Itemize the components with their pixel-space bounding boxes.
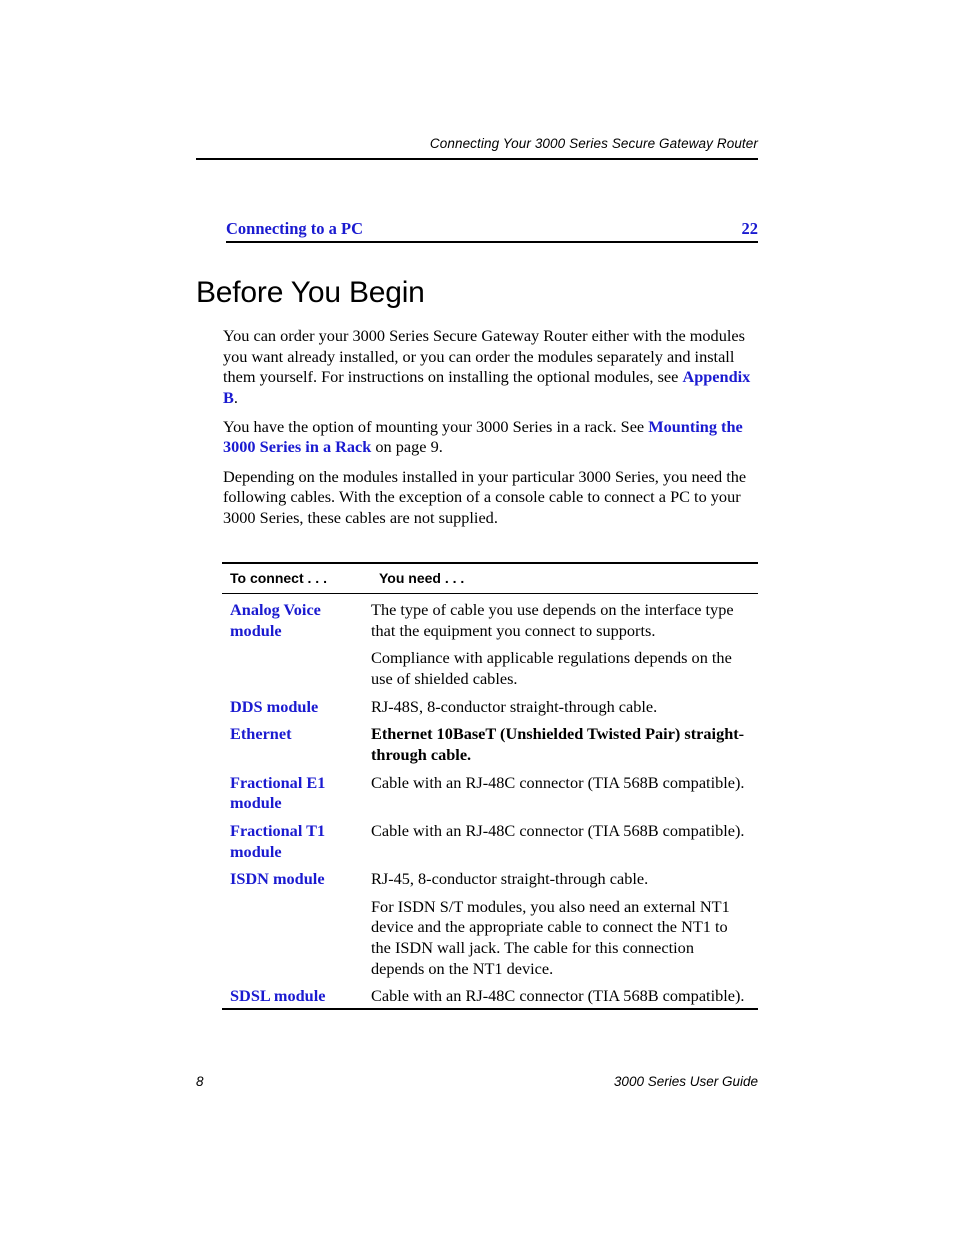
value-line: Ethernet 10BaseT (Unshielded Twisted Pai…	[371, 724, 745, 764]
table-row: Analog Voice module The type of cable yo…	[222, 594, 758, 690]
value-line: For ISDN S/T modules, you also need an e…	[371, 896, 730, 978]
row-value-fractional-t1: Cable with an RJ-48C connector (TIA 568B…	[371, 815, 758, 863]
value-line: Cable with an RJ-48C connector (TIA 568B…	[371, 821, 745, 841]
row-key-analog-voice[interactable]: Analog Voice module	[222, 594, 371, 690]
row-key-ethernet[interactable]: Ethernet	[222, 718, 371, 766]
table-body: Analog Voice module The type of cable yo…	[222, 594, 758, 1008]
header-divider-rule	[196, 158, 758, 160]
row-value-isdn: RJ-45, 8-conductor straight-through cabl…	[371, 863, 758, 980]
document-page: Connecting Your 3000 Series Secure Gatew…	[0, 0, 954, 1235]
paragraph-intro-text-a: You can order your 3000 Series Secure Ga…	[223, 326, 745, 387]
row-key-isdn[interactable]: ISDN module	[222, 863, 371, 980]
row-value-sdsl: Cable with an RJ-48C connector (TIA 568B…	[371, 980, 758, 1008]
paragraph-rack-text-a: You have the option of mounting your 300…	[223, 416, 649, 436]
column-header-you-need: You need . . .	[379, 569, 465, 586]
value-line: Cable with an RJ-48C connector (TIA 568B…	[371, 986, 745, 1006]
value-line: Cable with an RJ-48C connector (TIA 568B…	[371, 772, 745, 792]
table-row: ISDN module RJ-45, 8-conductor straight-…	[222, 863, 758, 980]
row-key-fractional-t1[interactable]: Fractional T1 module	[222, 815, 371, 863]
table-row: Ethernet Ethernet 10BaseT (Unshielded Tw…	[222, 718, 758, 766]
running-header-title: Connecting Your 3000 Series Secure Gatew…	[429, 136, 758, 151]
value-line: RJ-45, 8-conductor straight-through cabl…	[371, 869, 649, 889]
table-row: DDS module RJ-48S, 8-conductor straight-…	[222, 691, 758, 719]
value-line: The type of cable you use depends on the…	[371, 600, 734, 640]
footer-document-title: 3000 Series User Guide	[613, 1074, 758, 1089]
cross-reference-divider-rule	[226, 241, 758, 243]
row-value-ethernet: Ethernet 10BaseT (Unshielded Twisted Pai…	[371, 718, 758, 766]
value-line: Compliance with applicable regulations d…	[371, 648, 732, 688]
row-value-dds: RJ-48S, 8-conductor straight-through cab…	[371, 691, 758, 719]
row-value-fractional-e1: Cable with an RJ-48C connector (TIA 568B…	[371, 767, 758, 815]
body-text-block: You can order your 3000 Series Secure Ga…	[223, 326, 757, 537]
cable-requirements-table: To connect . . . You need . . . Analog V…	[222, 562, 758, 1010]
column-header-to-connect: To connect . . .	[230, 569, 327, 586]
row-key-fractional-e1[interactable]: Fractional E1 module	[222, 767, 371, 815]
cross-reference-page-number[interactable]: 22	[742, 219, 759, 239]
page-title: Before You Begin	[196, 276, 425, 309]
paragraph-intro-text-b: .	[233, 387, 238, 407]
table-row: Fractional T1 module Cable with an RJ-48…	[222, 815, 758, 863]
row-key-dds[interactable]: DDS module	[222, 691, 371, 719]
cross-reference-link[interactable]: Connecting to a PC	[226, 219, 363, 239]
table-row: SDSL module Cable with an RJ-48C connect…	[222, 980, 758, 1008]
table-head: To connect . . . You need . . .	[222, 564, 758, 593]
paragraph-rack-mounting: You have the option of mounting your 300…	[223, 417, 757, 458]
table-bottom-rule	[222, 1008, 758, 1010]
cross-reference-bar: Connecting to a PC 22	[226, 219, 758, 241]
row-key-sdsl[interactable]: SDSL module	[222, 980, 371, 1008]
value-line: RJ-48S, 8-conductor straight-through cab…	[371, 696, 658, 716]
table-row: Fractional E1 module Cable with an RJ-48…	[222, 767, 758, 815]
table-header-row: To connect . . . You need . . .	[222, 564, 758, 593]
paragraph-intro: You can order your 3000 Series Secure Ga…	[223, 326, 757, 408]
row-value-analog-voice: The type of cable you use depends on the…	[371, 594, 758, 690]
paragraph-cables: Depending on the modules installed in yo…	[223, 466, 747, 527]
paragraph-rack-text-b: on page 9.	[371, 437, 443, 457]
